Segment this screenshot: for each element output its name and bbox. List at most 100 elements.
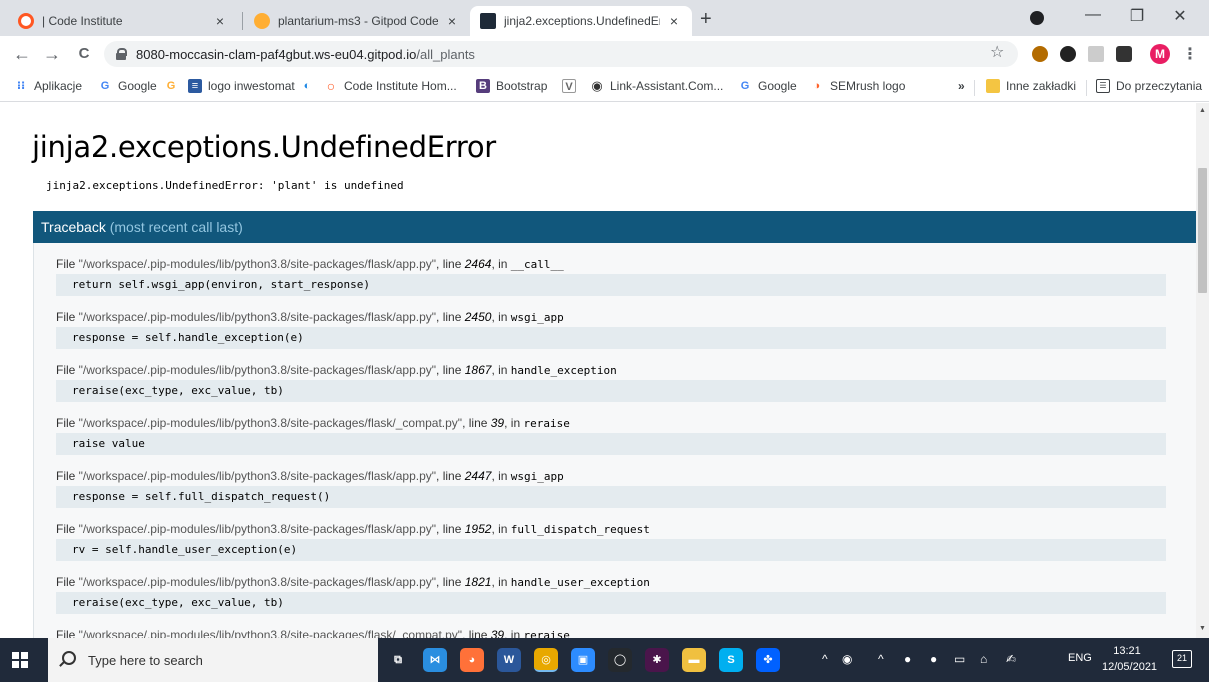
extension-icon[interactable] bbox=[1060, 46, 1076, 62]
bookmark-v[interactable]: V bbox=[562, 79, 582, 93]
bookmarks-separator bbox=[974, 80, 975, 96]
tray-expand-icon[interactable]: ^ bbox=[822, 652, 828, 666]
reading-list-button[interactable]: ☰ Do przeczytania bbox=[1096, 79, 1202, 93]
tab-close-icon[interactable]: × bbox=[444, 13, 460, 29]
google-orange-icon: G bbox=[166, 80, 176, 92]
bookmark-label: Do przeczytania bbox=[1116, 79, 1203, 93]
close-window-button[interactable]: ✕ bbox=[1160, 6, 1200, 26]
dropbox-icon[interactable]: ✤ bbox=[756, 648, 780, 672]
lock-icon[interactable] bbox=[116, 48, 127, 60]
bookmark-link-assistant[interactable]: ◉ Link-Assistant.Com... bbox=[590, 79, 723, 94]
bookmarks-overflow-button[interactable]: » bbox=[958, 79, 965, 93]
notifications-icon[interactable]: 21 bbox=[1172, 650, 1192, 668]
forward-button[interactable]: → bbox=[42, 44, 62, 64]
reload-button[interactable]: C bbox=[74, 44, 94, 64]
tab-close-icon[interactable]: × bbox=[666, 13, 682, 29]
taskbar-search-input[interactable]: Type here to search bbox=[48, 638, 378, 682]
github-icon[interactable]: ◯ bbox=[608, 648, 632, 672]
chrome-menu-icon[interactable]: ⋮ bbox=[1182, 44, 1198, 64]
traceback-frame[interactable]: File "/workspace/.pip-modules/lib/python… bbox=[56, 254, 1166, 296]
bookmark-label: SEMrush logo bbox=[830, 79, 906, 93]
line-prefix: , line bbox=[436, 257, 465, 271]
line-prefix: , line bbox=[436, 522, 465, 536]
scroll-up-arrow-icon[interactable]: ▲ bbox=[1199, 107, 1206, 114]
help-icon[interactable]: ◉ bbox=[842, 652, 852, 666]
bookmark-code-institute[interactable]: ○ Code Institute Hom... bbox=[324, 79, 457, 93]
frame-function: wsgi_app bbox=[510, 311, 564, 324]
frame-line: 1821 bbox=[464, 575, 492, 589]
battery-icon[interactable]: ▭ bbox=[954, 652, 965, 666]
incognito-indicator-icon[interactable] bbox=[1030, 11, 1044, 25]
traceback-frame[interactable]: File "/workspace/.pip-modules/lib/python… bbox=[56, 413, 1166, 455]
bookmark-google[interactable]: G Google bbox=[98, 79, 157, 93]
taskbar-clock[interactable]: 13:21 12/05/2021 bbox=[1102, 643, 1157, 675]
profile-avatar[interactable]: M bbox=[1150, 44, 1170, 64]
file-explorer-icon[interactable]: ▬ bbox=[682, 648, 706, 672]
frame-code[interactable]: rv = self.handle_user_exception(e) bbox=[56, 539, 1166, 561]
other-bookmarks-folder[interactable]: Inne zakładki bbox=[986, 79, 1076, 93]
pen-icon[interactable]: ✍ bbox=[1006, 652, 1016, 666]
page-scrollbar[interactable]: ▲ ▼ bbox=[1196, 103, 1209, 638]
chrome-icon[interactable]: ◎ bbox=[534, 648, 558, 672]
bookmark-bootstrap[interactable]: B Bootstrap bbox=[476, 79, 547, 93]
frame-file: "/workspace/.pip-modules/lib/python3.8/s… bbox=[78, 469, 437, 483]
scrollbar-thumb[interactable] bbox=[1198, 168, 1207, 293]
bookmark-semrush[interactable]: ◑ SEMrush logo bbox=[810, 79, 906, 93]
extension-icon[interactable] bbox=[1032, 46, 1048, 62]
frame-file: "/workspace/.pip-modules/lib/python3.8/s… bbox=[78, 575, 437, 589]
bookmark-inwestomat[interactable]: ≡ logo inwestomat bbox=[188, 79, 295, 93]
frame-line: 39 bbox=[490, 628, 505, 638]
frame-code[interactable]: raise value bbox=[56, 433, 1166, 455]
address-bar[interactable]: 8080-moccasin-clam-paf4gbut.ws-eu04.gitp… bbox=[104, 41, 1018, 67]
frame-line: 1867 bbox=[464, 363, 492, 377]
code-institute-favicon-icon bbox=[18, 13, 34, 29]
show-hidden-icons-icon[interactable]: ^ bbox=[878, 652, 884, 666]
apps-icon: ⁝⁝ bbox=[16, 80, 26, 92]
minimize-button[interactable]: — bbox=[1073, 6, 1113, 24]
bookmark-google-2[interactable]: G Google bbox=[738, 79, 797, 93]
tab-close-icon[interactable]: × bbox=[212, 13, 228, 29]
zoom-icon[interactable]: ▣ bbox=[571, 648, 595, 672]
task-view-icon[interactable]: ⧉ bbox=[386, 648, 410, 672]
bookmark-star-icon[interactable]: ☆ bbox=[990, 42, 1004, 62]
network-icon[interactable]: ⌂ bbox=[980, 652, 987, 666]
traceback-frame[interactable]: File "/workspace/.pip-modules/lib/python… bbox=[56, 466, 1166, 508]
traceback-frame[interactable]: File "/workspace/.pip-modules/lib/python… bbox=[56, 519, 1166, 561]
chrome-tray-icon[interactable]: ● bbox=[904, 652, 911, 666]
tab-code-institute[interactable]: | Code Institute × bbox=[8, 6, 238, 36]
traceback-frame[interactable]: File "/workspace/.pip-modules/lib/python… bbox=[56, 572, 1166, 614]
traceback-frame[interactable]: File "/workspace/.pip-modules/lib/python… bbox=[56, 307, 1166, 349]
frame-code[interactable]: response = self.full_dispatch_request() bbox=[56, 486, 1166, 508]
extension-icon[interactable] bbox=[1088, 46, 1104, 62]
new-tab-button[interactable]: + bbox=[700, 9, 712, 29]
scroll-down-arrow-icon[interactable]: ▼ bbox=[1199, 625, 1206, 632]
vpn-tray-icon[interactable]: ● bbox=[930, 652, 937, 666]
skype-icon[interactable]: S bbox=[719, 648, 743, 672]
frame-code[interactable]: reraise(exc_type, exc_value, tb) bbox=[56, 380, 1166, 402]
vscode-icon[interactable]: ⋈ bbox=[423, 648, 447, 672]
frame-code[interactable]: return self.wsgi_app(environ, start_resp… bbox=[56, 274, 1166, 296]
restore-button[interactable]: ❐ bbox=[1117, 6, 1157, 26]
firefox-icon[interactable]: ◕ bbox=[460, 648, 484, 672]
bookmark-sync[interactable]: ◐ bbox=[300, 79, 320, 93]
frame-code[interactable]: reraise(exc_type, exc_value, tb) bbox=[56, 592, 1166, 614]
slack-icon[interactable]: ✱ bbox=[645, 648, 669, 672]
frame-code[interactable]: response = self.handle_exception(e) bbox=[56, 327, 1166, 349]
tab-jinja-error[interactable]: jinja2.exceptions.UndefinedError × bbox=[470, 6, 692, 36]
tab-gitpod[interactable]: plantarium-ms3 - Gitpod Code × bbox=[244, 6, 470, 36]
bookmark-label: Bootstrap bbox=[496, 79, 548, 93]
windows-start-icon[interactable] bbox=[12, 652, 28, 668]
bookmark-google-orange[interactable]: G bbox=[164, 79, 184, 93]
word-icon[interactable]: W bbox=[497, 648, 521, 672]
terminal-favicon-icon bbox=[480, 13, 496, 29]
tab-separator bbox=[242, 12, 243, 30]
language-indicator[interactable]: ENG bbox=[1068, 652, 1092, 664]
extensions-puzzle-icon[interactable] bbox=[1116, 46, 1132, 62]
traceback-frame[interactable]: File "/workspace/.pip-modules/lib/python… bbox=[56, 625, 1166, 638]
file-prefix: File bbox=[56, 257, 79, 271]
frame-location: File "/workspace/.pip-modules/lib/python… bbox=[56, 413, 1166, 433]
bookmark-apps[interactable]: ⁝⁝ Aplikacje bbox=[14, 79, 82, 93]
traceback-frame[interactable]: File "/workspace/.pip-modules/lib/python… bbox=[56, 360, 1166, 402]
back-button[interactable]: ← bbox=[12, 44, 32, 64]
frame-location: File "/workspace/.pip-modules/lib/python… bbox=[56, 254, 1166, 274]
